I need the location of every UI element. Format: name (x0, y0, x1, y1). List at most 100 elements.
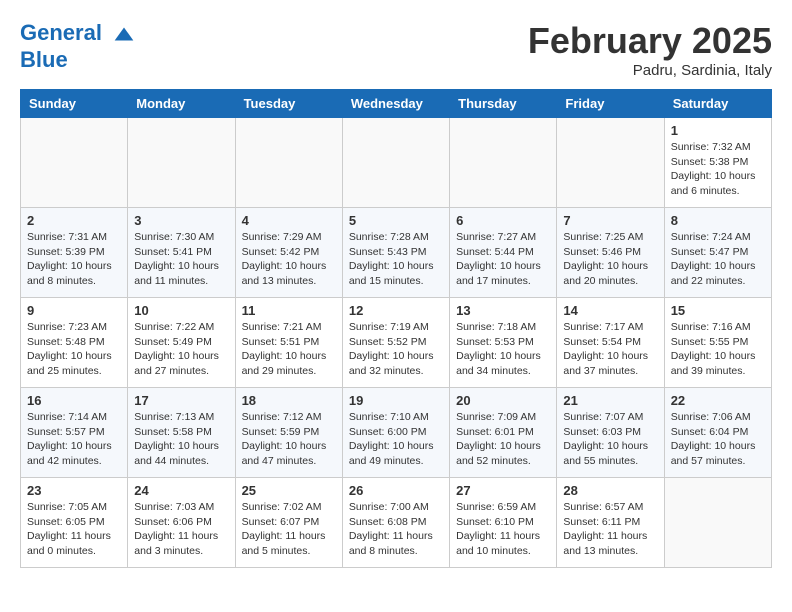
day-number: 25 (242, 483, 336, 498)
day-number: 17 (134, 393, 228, 408)
calendar-cell: 25 Sunrise: 7:02 AM Sunset: 6:07 PM Dayli… (235, 478, 342, 568)
calendar-cell: 13 Sunrise: 7:18 AM Sunset: 5:53 PM Dayli… (450, 298, 557, 388)
calendar-cell (450, 118, 557, 208)
day-info: Sunrise: 7:06 AM Sunset: 6:04 PM Dayligh… (671, 410, 765, 469)
calendar-cell: 27 Sunrise: 6:59 AM Sunset: 6:10 PM Dayli… (450, 478, 557, 568)
day-info: Sunrise: 7:30 AM Sunset: 5:41 PM Dayligh… (134, 230, 228, 289)
day-number: 5 (349, 213, 443, 228)
day-info: Sunrise: 6:59 AM Sunset: 6:10 PM Dayligh… (456, 500, 550, 559)
day-number: 7 (563, 213, 657, 228)
day-info: Sunrise: 7:00 AM Sunset: 6:08 PM Dayligh… (349, 500, 443, 559)
day-number: 8 (671, 213, 765, 228)
day-info: Sunrise: 7:02 AM Sunset: 6:07 PM Dayligh… (242, 500, 336, 559)
logo-general: General (20, 20, 102, 45)
calendar-cell (557, 118, 664, 208)
day-info: Sunrise: 7:03 AM Sunset: 6:06 PM Dayligh… (134, 500, 228, 559)
calendar-cell: 20 Sunrise: 7:09 AM Sunset: 6:01 PM Dayli… (450, 388, 557, 478)
calendar-cell: 3Sunrise: 7:30 AM Sunset: 5:41 PM Daylig… (128, 208, 235, 298)
day-number: 4 (242, 213, 336, 228)
calendar-cell: 24 Sunrise: 7:03 AM Sunset: 6:06 PM Dayli… (128, 478, 235, 568)
day-number: 27 (456, 483, 550, 498)
calendar-cell (128, 118, 235, 208)
day-info: Sunrise: 7:07 AM Sunset: 6:03 PM Dayligh… (563, 410, 657, 469)
month-title: February 2025 (528, 20, 772, 62)
calendar-cell: 22 Sunrise: 7:06 AM Sunset: 6:04 PM Dayli… (664, 388, 771, 478)
calendar-cell: 19 Sunrise: 7:10 AM Sunset: 6:00 PM Dayli… (342, 388, 449, 478)
calendar-cell: 8 Sunrise: 7:24 AM Sunset: 5:47 PM Daylig… (664, 208, 771, 298)
calendar-week-row: 9 Sunrise: 7:23 AM Sunset: 5:48 PM Daylig… (21, 298, 772, 388)
calendar-cell: 12 Sunrise: 7:19 AM Sunset: 5:52 PM Dayli… (342, 298, 449, 388)
calendar-cell: 26 Sunrise: 7:00 AM Sunset: 6:08 PM Dayli… (342, 478, 449, 568)
calendar-header-row: SundayMondayTuesdayWednesdayThursdayFrid… (21, 90, 772, 118)
day-number: 6 (456, 213, 550, 228)
day-info: Sunrise: 7:18 AM Sunset: 5:53 PM Dayligh… (456, 320, 550, 379)
location: Padru, Sardinia, Italy (528, 62, 772, 79)
calendar-cell: 21 Sunrise: 7:07 AM Sunset: 6:03 PM Dayli… (557, 388, 664, 478)
calendar-week-row: 16 Sunrise: 7:14 AM Sunset: 5:57 PM Dayli… (21, 388, 772, 478)
day-number: 21 (563, 393, 657, 408)
day-number: 14 (563, 303, 657, 318)
day-number: 1 (671, 123, 765, 138)
calendar-cell: 17 Sunrise: 7:13 AM Sunset: 5:58 PM Dayli… (128, 388, 235, 478)
day-number: 10 (134, 303, 228, 318)
day-info: Sunrise: 7:28 AM Sunset: 5:43 PM Dayligh… (349, 230, 443, 289)
calendar-cell: 6 Sunrise: 7:27 AM Sunset: 5:44 PM Daylig… (450, 208, 557, 298)
day-info: Sunrise: 7:09 AM Sunset: 6:01 PM Dayligh… (456, 410, 550, 469)
calendar-cell: 16 Sunrise: 7:14 AM Sunset: 5:57 PM Dayli… (21, 388, 128, 478)
day-number: 23 (27, 483, 121, 498)
calendar-cell: 11 Sunrise: 7:21 AM Sunset: 5:51 PM Dayli… (235, 298, 342, 388)
day-info: Sunrise: 7:14 AM Sunset: 5:57 PM Dayligh… (27, 410, 121, 469)
calendar-cell: 28Sunrise: 6:57 AM Sunset: 6:11 PM Dayli… (557, 478, 664, 568)
calendar-week-row: 23 Sunrise: 7:05 AM Sunset: 6:05 PM Dayli… (21, 478, 772, 568)
day-info: Sunrise: 7:05 AM Sunset: 6:05 PM Dayligh… (27, 500, 121, 559)
day-number: 15 (671, 303, 765, 318)
calendar-cell (664, 478, 771, 568)
day-number: 9 (27, 303, 121, 318)
day-number: 12 (349, 303, 443, 318)
calendar-cell (235, 118, 342, 208)
calendar-cell (21, 118, 128, 208)
day-info: Sunrise: 7:13 AM Sunset: 5:58 PM Dayligh… (134, 410, 228, 469)
day-number: 13 (456, 303, 550, 318)
day-info: Sunrise: 7:32 AM Sunset: 5:38 PM Dayligh… (671, 140, 765, 199)
calendar-cell: 5 Sunrise: 7:28 AM Sunset: 5:43 PM Daylig… (342, 208, 449, 298)
day-info: Sunrise: 7:23 AM Sunset: 5:48 PM Dayligh… (27, 320, 121, 379)
calendar-cell: 10 Sunrise: 7:22 AM Sunset: 5:49 PM Dayli… (128, 298, 235, 388)
calendar-cell: 15Sunrise: 7:16 AM Sunset: 5:55 PM Dayli… (664, 298, 771, 388)
day-number: 26 (349, 483, 443, 498)
day-number: 16 (27, 393, 121, 408)
day-info: Sunrise: 7:29 AM Sunset: 5:42 PM Dayligh… (242, 230, 336, 289)
calendar-cell: 14 Sunrise: 7:17 AM Sunset: 5:54 PM Dayli… (557, 298, 664, 388)
calendar-cell: 7Sunrise: 7:25 AM Sunset: 5:46 PM Daylig… (557, 208, 664, 298)
title-block: February 2025 Padru, Sardinia, Italy (528, 20, 772, 79)
calendar-cell: 4 Sunrise: 7:29 AM Sunset: 5:42 PM Daylig… (235, 208, 342, 298)
day-info: Sunrise: 7:17 AM Sunset: 5:54 PM Dayligh… (563, 320, 657, 379)
day-number: 11 (242, 303, 336, 318)
day-info: Sunrise: 7:10 AM Sunset: 6:00 PM Dayligh… (349, 410, 443, 469)
logo-icon (110, 20, 138, 48)
day-info: Sunrise: 7:12 AM Sunset: 5:59 PM Dayligh… (242, 410, 336, 469)
calendar-cell: 2Sunrise: 7:31 AM Sunset: 5:39 PM Daylig… (21, 208, 128, 298)
day-info: Sunrise: 7:22 AM Sunset: 5:49 PM Dayligh… (134, 320, 228, 379)
calendar-cell: 18Sunrise: 7:12 AM Sunset: 5:59 PM Dayli… (235, 388, 342, 478)
weekday-header-monday: Monday (128, 90, 235, 118)
calendar-week-row: 1 Sunrise: 7:32 AM Sunset: 5:38 PM Daylig… (21, 118, 772, 208)
day-info: Sunrise: 7:27 AM Sunset: 5:44 PM Dayligh… (456, 230, 550, 289)
logo: General Blue (20, 20, 138, 72)
day-number: 22 (671, 393, 765, 408)
day-number: 20 (456, 393, 550, 408)
day-number: 24 (134, 483, 228, 498)
calendar-week-row: 2Sunrise: 7:31 AM Sunset: 5:39 PM Daylig… (21, 208, 772, 298)
day-info: Sunrise: 7:24 AM Sunset: 5:47 PM Dayligh… (671, 230, 765, 289)
day-number: 2 (27, 213, 121, 228)
day-info: Sunrise: 6:57 AM Sunset: 6:11 PM Dayligh… (563, 500, 657, 559)
day-info: Sunrise: 7:21 AM Sunset: 5:51 PM Dayligh… (242, 320, 336, 379)
weekday-header-friday: Friday (557, 90, 664, 118)
calendar-cell: 23 Sunrise: 7:05 AM Sunset: 6:05 PM Dayli… (21, 478, 128, 568)
day-number: 19 (349, 393, 443, 408)
logo-blue: Blue (20, 47, 68, 72)
calendar-cell: 9 Sunrise: 7:23 AM Sunset: 5:48 PM Daylig… (21, 298, 128, 388)
calendar-cell: 1 Sunrise: 7:32 AM Sunset: 5:38 PM Daylig… (664, 118, 771, 208)
page-header: General Blue February 2025 Padru, Sardin… (20, 20, 772, 79)
day-info: Sunrise: 7:19 AM Sunset: 5:52 PM Dayligh… (349, 320, 443, 379)
